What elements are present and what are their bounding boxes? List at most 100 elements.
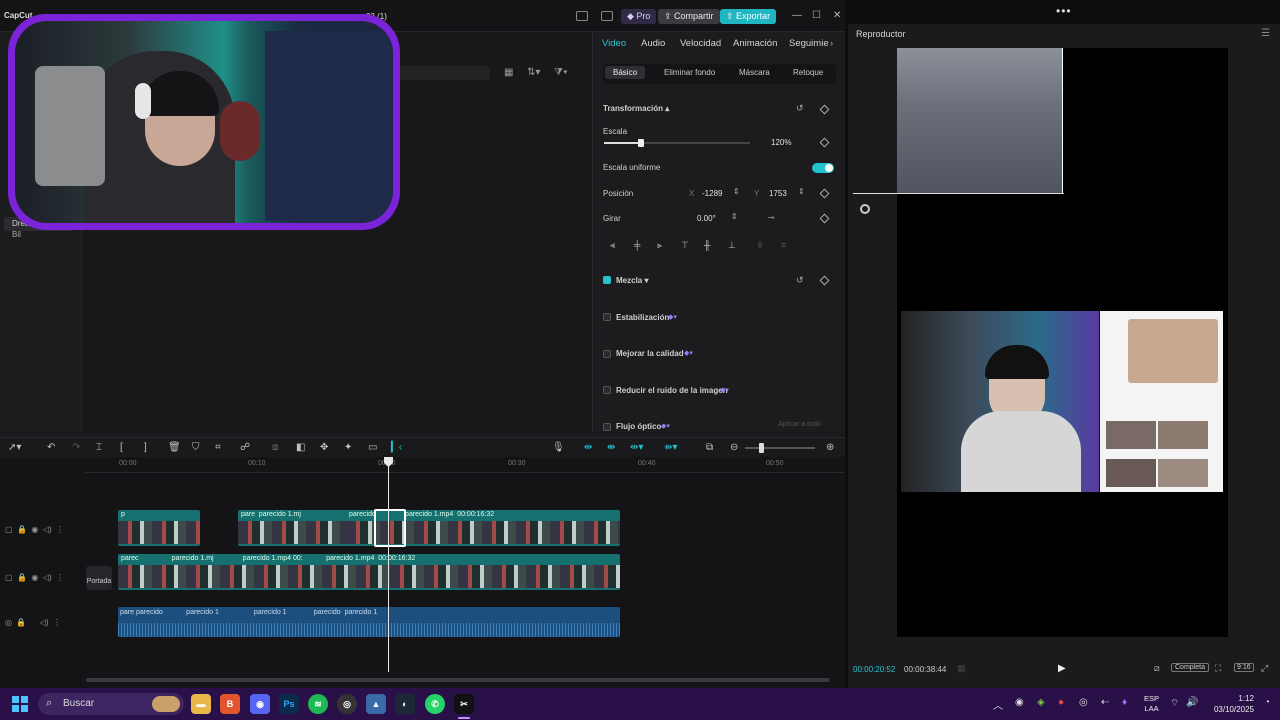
trim-right-icon[interactable]: ]	[144, 442, 147, 453]
video-clip[interactable]: parec parecido 1.mj parecido 1.mp4 00: p…	[118, 554, 620, 590]
discord-icon[interactable]: ◉	[250, 694, 270, 714]
pos-x-stepper-icon[interactable]: ⇕	[733, 187, 740, 196]
align-bottom-icon[interactable]: ⊥	[728, 240, 736, 251]
tab-video[interactable]: Video	[602, 38, 626, 49]
filter-icon[interactable]: ⧩▾	[554, 67, 568, 78]
clock[interactable]: 1:12 03/10/2025	[1208, 693, 1254, 715]
undo-icon[interactable]: ↶	[47, 442, 55, 453]
photoshop-icon[interactable]: Ps	[279, 694, 299, 714]
marker-icon[interactable]: ▎‹	[391, 442, 402, 453]
tab-seguimiento[interactable]: Seguimie	[789, 38, 829, 49]
zoom-slider[interactable]	[745, 443, 815, 453]
transform-section-title[interactable]: Transformación ▴	[603, 104, 669, 113]
aspect-ratio-button[interactable]: 9:16	[1234, 663, 1254, 672]
stabilize-checkbox[interactable]	[603, 313, 611, 321]
play-icon[interactable]: ▶	[1058, 663, 1066, 674]
rotate-dial-icon[interactable]: ⊸	[768, 213, 775, 222]
keyframe-blend-icon[interactable]	[819, 275, 830, 286]
photos-icon[interactable]: ▲	[366, 694, 386, 714]
notifications-icon[interactable]: ◔	[1264, 697, 1270, 708]
quality-button[interactable]: Completa	[1171, 663, 1209, 672]
maximize-icon[interactable]: ☐	[812, 10, 821, 21]
trim-left-icon[interactable]: [	[120, 442, 123, 453]
quality-checkbox[interactable]	[603, 350, 611, 358]
noise-checkbox[interactable]	[603, 386, 611, 394]
microphone-icon[interactable]: 🎙	[552, 442, 565, 453]
subtab-retoque[interactable]: Retoque	[793, 68, 823, 77]
file-explorer-icon[interactable]: ▬	[191, 694, 211, 714]
pos-x-input[interactable]: -1289	[702, 189, 722, 198]
keyframe-scale-icon[interactable]	[819, 137, 830, 148]
video-clip[interactable]: pare parecido 1.mj	[238, 510, 348, 546]
rotate-input[interactable]: 0.00°	[697, 214, 716, 223]
windows-start-icon[interactable]	[12, 696, 28, 712]
tab-audio[interactable]: Audio	[641, 38, 665, 49]
shortcut-icon[interactable]	[601, 11, 613, 21]
tab-velocidad[interactable]: Velocidad	[680, 38, 721, 49]
link-main-track-icon[interactable]: ⇹	[584, 442, 592, 453]
magic-icon[interactable]: ✦	[344, 442, 352, 453]
volume-icon[interactable]: 🔊	[1186, 697, 1198, 708]
tab-animacion[interactable]: Animación	[733, 38, 777, 49]
close-icon[interactable]: ✕	[833, 10, 841, 21]
pos-y-input[interactable]: 1753	[769, 189, 787, 198]
rotate-handle-icon[interactable]	[860, 204, 870, 214]
subtab-basico[interactable]: Básico	[605, 66, 646, 79]
sort-icon[interactable]: ⇅▾	[527, 67, 540, 78]
audio-track-controls[interactable]: ◎ 🔒 ◁) ⋮	[5, 618, 61, 627]
reset-blend-icon[interactable]: ↺	[796, 275, 804, 286]
shield-icon[interactable]: ⛉	[192, 442, 200, 453]
subtab-eliminar-fondo[interactable]: Eliminar fondo	[664, 68, 715, 77]
auto-reframe-icon[interactable]: ✥	[320, 442, 328, 453]
keyframe-position-icon[interactable]	[819, 188, 830, 199]
keyframe-rotate-icon[interactable]	[819, 213, 830, 224]
chrome-tray-icon[interactable]: ◎	[1079, 697, 1088, 708]
wifi-icon[interactable]: ⌔	[1170, 697, 1179, 710]
select-tool-icon[interactable]: ➚▾	[8, 442, 21, 453]
webcam-preview-crop[interactable]	[897, 48, 1063, 194]
rotate-stepper-icon[interactable]: ⇕	[731, 212, 738, 221]
layout-icon[interactable]	[576, 11, 588, 21]
fullscreen-icon[interactable]: ⤢	[1261, 663, 1268, 674]
tray-app-icon[interactable]: ●	[1058, 697, 1064, 708]
magnet-snap-icon[interactable]: ⇼	[607, 442, 615, 453]
captions-icon[interactable]: ▭	[368, 442, 377, 453]
ai-tool-icon[interactable]: ☍	[240, 442, 250, 453]
timeline-scrollbar[interactable]	[86, 678, 830, 682]
spotify-icon[interactable]: ≋	[308, 694, 328, 714]
tray-app3-icon[interactable]: ♦	[1122, 697, 1127, 708]
scale-value[interactable]: 120%	[771, 138, 791, 147]
crop-icon[interactable]: ⌗	[215, 442, 221, 453]
more-icon[interactable]: •••	[1056, 4, 1072, 18]
fit-timeline-icon[interactable]: ⧉	[706, 442, 713, 453]
steam-icon[interactable]: ◐	[395, 694, 415, 714]
track2-controls[interactable]: ▢ 🔒 ◉ ◁) ⋮	[5, 573, 64, 582]
brave-browser-icon[interactable]: B	[220, 694, 240, 714]
pro-button[interactable]: ◆ Pro	[621, 9, 657, 24]
export-button[interactable]: ⇧ Exportar	[720, 9, 777, 24]
split-icon[interactable]: ⌶	[96, 442, 102, 453]
zoom-in-icon[interactable]: ⊕	[826, 442, 834, 453]
playhead[interactable]	[384, 457, 393, 672]
language-indicator[interactable]: ESP LAA	[1144, 694, 1159, 714]
selected-clip-outline[interactable]	[374, 509, 406, 547]
mirror-icon[interactable]: ◧	[296, 442, 305, 453]
sidebar-item-bil[interactable]: Bil	[12, 230, 21, 239]
preview-canvas[interactable]	[897, 48, 1228, 637]
nvidia-tray-icon[interactable]: ◈	[1037, 697, 1045, 708]
zoom-slider-handle[interactable]	[759, 443, 764, 453]
optical-flow-checkbox[interactable]	[603, 423, 611, 431]
taskbar-search[interactable]: ⌕ Buscar	[38, 693, 184, 715]
view-grid-icon[interactable]: ▦	[504, 67, 513, 78]
video-clip[interactable]: p	[118, 510, 200, 546]
blend-section-title[interactable]: Mezcla ▾	[616, 276, 648, 285]
reset-transform-icon[interactable]: ↺	[796, 103, 804, 114]
crop-preview-icon[interactable]: ⧄	[1154, 663, 1160, 674]
preview-axis-icon[interactable]: ⇻▾	[664, 442, 677, 453]
apply-all-button[interactable]: Aplicar a todo	[778, 421, 821, 428]
time-ruler[interactable]: 00:00 00:10 00:20 00:30 00:40 00:50	[85, 457, 845, 473]
subtab-mascara[interactable]: Máscara	[739, 68, 770, 77]
keyframe-transform-icon[interactable]	[819, 104, 830, 115]
delete-icon[interactable]: 🗑	[168, 442, 181, 453]
uniform-scale-toggle[interactable]	[812, 163, 834, 173]
